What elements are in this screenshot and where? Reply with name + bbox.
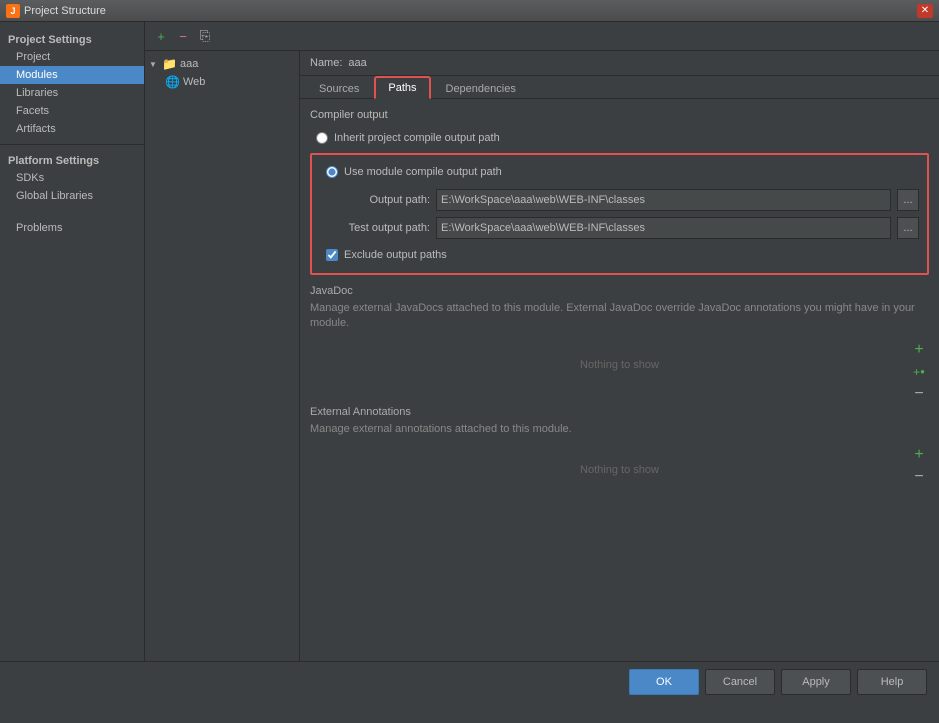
exclude-checkbox[interactable] bbox=[326, 249, 338, 261]
tree-child-item[interactable]: 🌐 Web bbox=[145, 73, 299, 91]
sidebar-separator bbox=[0, 144, 144, 145]
output-path-label: Output path: bbox=[320, 194, 430, 206]
ext-ann-add-button[interactable]: + bbox=[909, 445, 929, 465]
sidebar-item-facets[interactable]: Facets bbox=[0, 102, 144, 120]
copy-module-button[interactable]: ⎘ bbox=[195, 26, 215, 46]
exclude-checkbox-label: Exclude output paths bbox=[344, 249, 447, 261]
sidebar-item-problems[interactable]: Problems bbox=[0, 219, 144, 237]
tabs-row: Sources Paths Dependencies bbox=[300, 76, 939, 99]
right-panel: Name: aaa Sources Paths Dependencies bbox=[300, 51, 939, 661]
use-module-radio[interactable] bbox=[326, 166, 338, 178]
bottom-bar: OK Cancel Apply Help bbox=[0, 661, 939, 701]
use-module-radio-option: Use module compile output path bbox=[320, 163, 919, 181]
name-label: Name: bbox=[310, 57, 342, 69]
javadoc-empty-area: Nothing to show + +● − bbox=[310, 340, 929, 390]
module-tree: ▼ 📁 aaa 🌐 Web bbox=[145, 51, 299, 95]
title-bar-text: Project Structure bbox=[24, 5, 913, 17]
test-output-path-browse-button[interactable]: ... bbox=[897, 217, 919, 239]
javadoc-empty-label: Nothing to show bbox=[580, 359, 659, 371]
output-path-row: Output path: ... bbox=[320, 189, 919, 211]
app-icon: J bbox=[6, 4, 20, 18]
left-panel: Project Settings Project Modules Librari… bbox=[0, 22, 145, 661]
sidebar-item-libraries[interactable]: Libraries bbox=[0, 84, 144, 102]
tree-child-label: Web bbox=[183, 76, 205, 88]
close-button[interactable]: ✕ bbox=[917, 4, 933, 18]
tab-dependencies[interactable]: Dependencies bbox=[433, 78, 529, 99]
compiler-output-title: Compiler output bbox=[310, 109, 929, 121]
tab-sources[interactable]: Sources bbox=[306, 78, 372, 99]
test-output-path-label: Test output path: bbox=[320, 222, 430, 234]
external-annotations-empty-area: Nothing to show + − bbox=[310, 445, 929, 495]
tree-root-item[interactable]: ▼ 📁 aaa bbox=[145, 55, 299, 73]
tree-arrow-icon: ▼ bbox=[149, 60, 159, 69]
external-annotations-description: Manage external annotations attached to … bbox=[310, 422, 929, 437]
javadoc-add-button[interactable]: + bbox=[909, 340, 929, 360]
help-button[interactable]: Help bbox=[857, 669, 927, 695]
external-annotations-title: External Annotations bbox=[310, 406, 929, 418]
content-area: Compiler output Inherit project compile … bbox=[300, 99, 939, 661]
project-settings-title: Project Settings bbox=[0, 30, 144, 48]
ext-ann-remove-button[interactable]: − bbox=[909, 467, 929, 487]
sidebar-item-global-libraries[interactable]: Global Libraries bbox=[0, 187, 144, 205]
sidebar-item-artifacts[interactable]: Artifacts bbox=[0, 120, 144, 138]
tab-paths[interactable]: Paths bbox=[374, 76, 430, 99]
inherit-radio-option: Inherit project compile output path bbox=[310, 129, 929, 147]
sidebar-item-project[interactable]: Project bbox=[0, 48, 144, 66]
inherit-radio[interactable] bbox=[316, 132, 328, 144]
ok-button[interactable]: OK bbox=[629, 669, 699, 695]
use-module-radio-label: Use module compile output path bbox=[344, 166, 502, 178]
external-annotations-empty-label: Nothing to show bbox=[580, 464, 659, 476]
name-value: aaa bbox=[348, 57, 366, 69]
sidebar-item-sdks[interactable]: SDKs bbox=[0, 169, 144, 187]
sidebar: Project Settings Project Modules Librari… bbox=[0, 22, 145, 245]
apply-button[interactable]: Apply bbox=[781, 669, 851, 695]
output-path-browse-button[interactable]: ... bbox=[897, 189, 919, 211]
javadoc-title: JavaDoc bbox=[310, 285, 929, 297]
platform-settings-title: Platform Settings bbox=[0, 151, 144, 169]
tree-root-label: aaa bbox=[180, 58, 198, 70]
folder-icon: 📁 bbox=[162, 57, 177, 71]
add-module-button[interactable]: + bbox=[151, 26, 171, 46]
use-module-section: Use module compile output path Output pa… bbox=[310, 153, 929, 275]
remove-module-button[interactable]: − bbox=[173, 26, 193, 46]
sidebar-item-modules[interactable]: Modules bbox=[0, 66, 144, 84]
javadoc-add-sub-button[interactable]: +● bbox=[909, 362, 929, 382]
exclude-checkbox-row: Exclude output paths bbox=[320, 245, 919, 265]
javadoc-remove-button[interactable]: − bbox=[909, 384, 929, 404]
javadoc-description: Manage external JavaDocs attached to thi… bbox=[310, 301, 929, 332]
inherit-radio-label: Inherit project compile output path bbox=[334, 132, 500, 144]
web-icon: 🌐 bbox=[165, 75, 180, 89]
module-toolbar: + − ⎘ bbox=[145, 22, 939, 51]
name-row: Name: aaa bbox=[300, 51, 939, 76]
test-output-path-input[interactable] bbox=[436, 217, 891, 239]
test-output-path-row: Test output path: ... bbox=[320, 217, 919, 239]
cancel-button[interactable]: Cancel bbox=[705, 669, 775, 695]
title-bar: J Project Structure ✕ bbox=[0, 0, 939, 22]
output-path-input[interactable] bbox=[436, 189, 891, 211]
